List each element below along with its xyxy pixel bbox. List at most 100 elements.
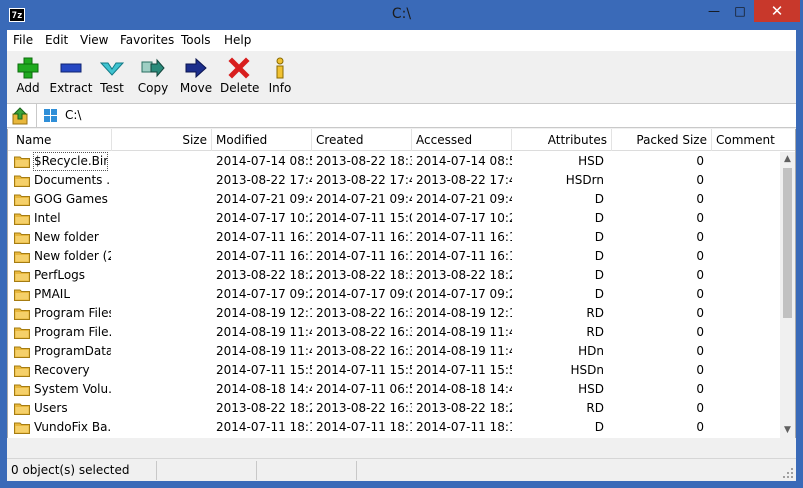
scroll-thumb[interactable] <box>783 168 792 318</box>
table-row[interactable]: Users 2013-08-22 18:22 2013-08-22 16:36 201… <box>8 399 782 418</box>
cell-comment <box>716 247 778 266</box>
menu-file[interactable]: File <box>13 33 33 47</box>
resize-grip-icon[interactable] <box>782 467 794 479</box>
cell-comment <box>716 399 778 418</box>
cell-accessed: 2014-08-19 12:16 <box>416 306 512 320</box>
cell-modified: 2014-08-18 14:46 <box>216 382 312 396</box>
cell-accessed: 2014-07-21 09:47 <box>416 192 512 206</box>
checkmark-icon <box>100 62 124 76</box>
folder-icon <box>14 175 30 187</box>
folder-icon <box>14 422 30 434</box>
info-label: Info <box>268 81 292 95</box>
cell-accessed: 2014-07-14 08:59 <box>416 154 512 168</box>
copy-label: Copy <box>137 81 169 95</box>
status-pane-2 <box>157 461 257 480</box>
cell-comment <box>716 342 778 361</box>
table-row[interactable]: Recovery 2014-07-11 15:53 2014-07-11 15:53… <box>8 361 782 380</box>
cell-name: System Volu... <box>34 382 111 396</box>
cell-attributes: D <box>594 211 604 225</box>
table-row[interactable]: VundoFix Ba... 2014-07-11 18:11 2014-07-11… <box>8 418 782 437</box>
cell-comment <box>716 266 778 285</box>
plus-icon <box>17 57 39 79</box>
table-row[interactable]: PMAIL 2014-07-17 09:23 2014-07-17 09:06 201… <box>8 285 782 304</box>
cell-size <box>112 266 208 285</box>
cell-created: 2014-07-11 16:17 <box>316 230 412 244</box>
menu-favorites[interactable]: Favorites <box>120 33 174 47</box>
cell-size <box>112 171 208 190</box>
delete-button[interactable]: Delete <box>220 52 260 101</box>
cell-modified: 2014-07-11 15:53 <box>216 363 312 377</box>
cell-packed-size: 0 <box>696 173 704 187</box>
cell-modified: 2014-07-11 16:18 <box>216 230 312 244</box>
menu-view[interactable]: View <box>80 33 108 47</box>
test-button[interactable]: Test <box>97 52 127 101</box>
cell-packed-size: 0 <box>696 401 704 415</box>
cell-created: 2014-07-11 15:53 <box>316 363 412 377</box>
minimize-button[interactable]: — <box>702 0 726 22</box>
cell-comment <box>716 152 778 171</box>
cell-attributes: D <box>594 420 604 434</box>
column-name[interactable]: Name <box>8 129 112 151</box>
folder-icon <box>14 289 30 301</box>
info-button[interactable]: Info <box>265 52 295 101</box>
table-row[interactable]: Program File... 2014-08-19 11:43 2013-08-2… <box>8 323 782 342</box>
scroll-down-icon[interactable]: ▼ <box>780 423 795 438</box>
column-packed-size[interactable]: Packed Size <box>612 129 712 151</box>
cell-size <box>112 361 208 380</box>
table-row[interactable]: New folder 2014-07-11 16:18 2014-07-11 16:… <box>8 228 782 247</box>
column-size[interactable]: Size <box>112 129 212 151</box>
column-modified[interactable]: Modified <box>212 129 312 151</box>
copy-button[interactable]: Copy <box>135 52 171 101</box>
add-label: Add <box>16 81 40 95</box>
address-path[interactable]: C:\ <box>65 108 81 122</box>
add-button[interactable]: Add <box>11 52 45 101</box>
table-row[interactable]: Intel 2014-07-17 10:29 2014-07-11 15:02 201… <box>8 209 782 228</box>
table-row[interactable]: GOG Games 2014-07-21 09:47 2014-07-21 09:4… <box>8 190 782 209</box>
menu-bar: File Edit View Favorites Tools Help <box>7 30 796 51</box>
maximize-button[interactable]: □ <box>728 0 752 22</box>
folder-icon <box>14 403 30 415</box>
table-row[interactable]: System Volu... 2014-08-18 14:46 2014-07-11… <box>8 380 782 399</box>
move-arrow-icon <box>185 57 207 79</box>
cell-size <box>112 190 208 209</box>
table-row[interactable]: Program Files 2014-08-19 12:16 2013-08-22 … <box>8 304 782 323</box>
menu-edit[interactable]: Edit <box>45 33 68 47</box>
extract-button[interactable]: Extract <box>49 52 93 101</box>
menu-tools[interactable]: Tools <box>181 33 211 47</box>
column-attributes[interactable]: Attributes <box>512 129 612 151</box>
close-button[interactable]: ✕ <box>754 0 800 22</box>
table-row[interactable]: Documents ... 2013-08-22 17:45 2013-08-22 … <box>8 171 782 190</box>
cell-created: 2014-07-11 06:53 <box>316 382 412 396</box>
cell-created: 2014-07-17 09:06 <box>316 287 412 301</box>
folder-icon <box>14 213 30 225</box>
toolbar: Add Extract Test Copy Move Delete Info <box>7 52 796 101</box>
title-bar[interactable]: 7z C:\ — □ ✕ <box>0 0 803 30</box>
folder-icon <box>14 384 30 396</box>
vertical-scrollbar[interactable]: ▲ ▼ <box>780 152 795 438</box>
menu-help[interactable]: Help <box>224 33 251 47</box>
table-row[interactable]: New folder (2) 2014-07-11 16:14 2014-07-11… <box>8 247 782 266</box>
column-comment[interactable]: Comment <box>712 129 795 151</box>
table-row[interactable]: ProgramData 2014-08-19 11:43 2013-08-22 16… <box>8 342 782 361</box>
cell-name: ProgramData <box>34 344 111 358</box>
cell-packed-size: 0 <box>696 306 704 320</box>
cell-name: New folder (2) <box>34 249 111 263</box>
scroll-up-icon[interactable]: ▲ <box>780 152 795 167</box>
window-title: C:\ <box>391 6 412 22</box>
cell-attributes: HSD <box>578 382 604 396</box>
cell-name: Intel <box>34 211 61 225</box>
cell-created: 2014-07-11 18:11 <box>316 420 412 434</box>
table-row[interactable]: $Recycle.Bin 2014-07-14 08:59 2013-08-22 1… <box>8 152 782 171</box>
delete-label: Delete <box>220 81 260 95</box>
up-folder-icon[interactable] <box>11 107 29 125</box>
cell-size <box>112 418 208 437</box>
cell-modified: 2014-07-17 10:29 <box>216 211 312 225</box>
cell-size <box>112 285 208 304</box>
status-pane-3 <box>257 461 357 480</box>
column-created[interactable]: Created <box>312 129 412 151</box>
column-accessed[interactable]: Accessed <box>412 129 512 151</box>
move-button[interactable]: Move <box>179 52 213 101</box>
copy-arrow-icon <box>141 58 165 78</box>
table-row[interactable]: PerfLogs 2013-08-22 18:22 2013-08-22 18:36… <box>8 266 782 285</box>
folder-icon <box>14 156 30 168</box>
